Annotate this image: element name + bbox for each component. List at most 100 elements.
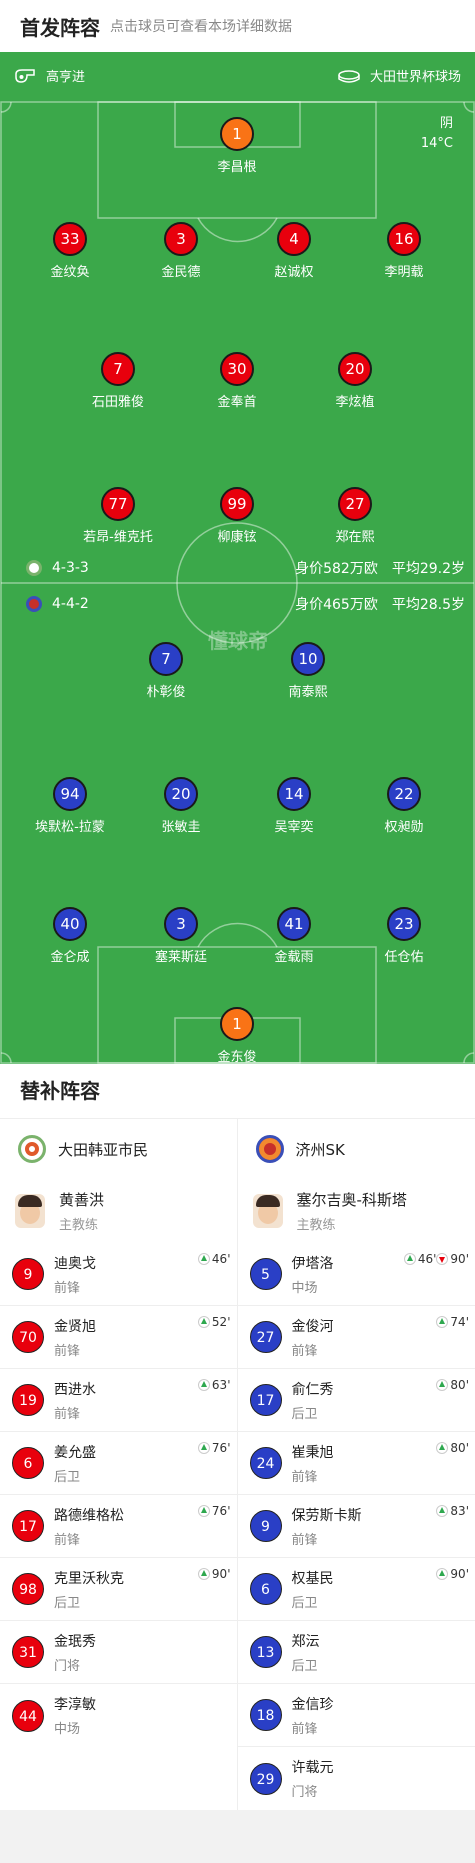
jersey-number: 98: [12, 1573, 44, 1605]
away-player[interactable]: 40 金仑成: [15, 907, 125, 965]
home-player[interactable]: 27 郑在熙: [300, 487, 410, 545]
away-player[interactable]: 3 塞莱斯廷: [126, 907, 236, 965]
jersey-number: 10: [291, 642, 325, 676]
jersey-number: 1: [220, 1007, 254, 1041]
jersey-number: 30: [220, 352, 254, 386]
coach-name: 高亨进: [46, 70, 86, 85]
player-name: 金俊河: [291, 1318, 334, 1335]
home-subs-column: 大田韩亚市民 黄善洪 主教练 9 迪奥戈 前锋 46' 70 金贤旭 前锋 52' 19 西进水前…: [0, 1119, 238, 1810]
away-coach[interactable]: 塞尔吉奥-科斯塔 主教练: [238, 1179, 475, 1243]
jersey-number: 44: [12, 1699, 44, 1732]
sub-player-row[interactable]: 17 路德维格松 前锋 76': [0, 1495, 237, 1558]
home-player[interactable]: 1 李昌根: [182, 117, 292, 175]
home-player[interactable]: 4 赵诚权: [239, 222, 349, 280]
home-player[interactable]: 30 金奉首: [182, 352, 292, 410]
home-player[interactable]: 77 若昂-维克托: [63, 487, 173, 545]
home-player[interactable]: 20 李炫植: [300, 352, 410, 410]
sub-in-icon: [197, 1379, 210, 1391]
player-name: 伊塔洛: [291, 1255, 334, 1272]
player-name: 金民德: [161, 265, 201, 280]
player-name: 金仑成: [50, 950, 90, 965]
sub-in-minute: 74': [450, 1315, 469, 1329]
whistle-icon: [15, 68, 35, 83]
home-team-row: 4-3-3 身价582万欧 平均29.2岁: [26, 558, 465, 578]
sub-event: 90': [197, 1567, 231, 1581]
sub-in-icon: [436, 1442, 449, 1454]
player-name: 李昌根: [217, 160, 257, 175]
sub-player-row[interactable]: 6 权基民 后卫 90': [237, 1558, 475, 1621]
away-team-header[interactable]: 济州SK: [238, 1119, 475, 1179]
sub-player-row[interactable]: 24 崔秉旭 前锋 80': [237, 1432, 475, 1495]
weather: 阴: [439, 116, 453, 131]
away-player[interactable]: 94 埃默松-拉蒙: [15, 777, 125, 835]
sub-event: 46': [197, 1252, 231, 1266]
jersey-number: 20: [338, 352, 372, 386]
away-player[interactable]: 41 金载雨: [239, 907, 349, 965]
sub-player-row[interactable]: 29 许载元 门将: [238, 1747, 475, 1810]
sub-event: 80': [436, 1378, 469, 1392]
away-player[interactable]: 1 金东俊: [182, 1007, 292, 1064]
sub-player-row[interactable]: 98 克里沃秋克 后卫 90': [0, 1558, 237, 1621]
player-name: 迪奥戈: [54, 1255, 96, 1272]
jersey-number: 1: [220, 117, 254, 151]
away-player[interactable]: 23 任仓佑: [349, 907, 459, 965]
jersey-number: 18: [249, 1699, 282, 1731]
jersey-number: 24: [249, 1447, 282, 1479]
jersey-number: 14: [277, 777, 311, 811]
player-name: 郑在熙: [335, 530, 375, 545]
sub-player-row[interactable]: 9 迪奥戈 前锋 46': [0, 1243, 237, 1306]
away-player[interactable]: 10 南泰熙: [253, 642, 363, 700]
coach-avatar: [252, 1194, 283, 1228]
sub-player-row[interactable]: 13 郑沄 后卫: [237, 1621, 475, 1684]
sub-player-row[interactable]: 6 姜允盛 后卫 76': [0, 1432, 237, 1495]
player-position: 中场: [291, 1280, 318, 1296]
player-name: 李明载: [384, 265, 424, 280]
sub-player-row[interactable]: 44 李淳敏 中场: [0, 1684, 237, 1747]
home-player[interactable]: 3 金民德: [126, 222, 236, 280]
sub-in-icon: [197, 1442, 210, 1454]
sub-player-row[interactable]: 27 金俊河 前锋 74': [237, 1306, 475, 1369]
sub-event: 52': [197, 1315, 231, 1329]
stadium-icon: [338, 69, 360, 83]
footer-spacer: [0, 1810, 475, 1860]
sub-event: 46' 90': [403, 1252, 469, 1266]
coach-role: 主教练: [59, 1218, 99, 1233]
away-team-name: 济州SK: [295, 1140, 345, 1159]
sub-player-row[interactable]: 18 金信珍 前锋: [237, 1684, 475, 1747]
jersey-number: 16: [387, 222, 421, 256]
coach-role: 主教练: [296, 1218, 336, 1233]
away-player[interactable]: 7 朴彰俊: [111, 642, 221, 700]
player-name: 郑沄: [291, 1633, 320, 1650]
player-name: 路德维格松: [54, 1507, 124, 1524]
sub-player-row[interactable]: 70 金贤旭 前锋 52': [0, 1306, 237, 1369]
sub-player-row[interactable]: 17 俞仁秀 后卫 80': [237, 1369, 475, 1432]
jersey-number: 27: [338, 487, 372, 521]
home-player[interactable]: 99 柳康铉: [182, 487, 292, 545]
sub-in-minute: 83': [450, 1504, 469, 1518]
home-formation: 4-3-3: [52, 560, 89, 576]
sub-player-row[interactable]: 5 伊塔洛 中场 46' 90': [237, 1243, 475, 1306]
home-team-name: 大田韩亚市民: [58, 1140, 149, 1159]
player-name: 任仓佑: [384, 950, 424, 965]
jersey-number: 9: [12, 1258, 44, 1290]
away-formation: 4-4-2: [52, 596, 89, 612]
sub-in-icon: [197, 1568, 210, 1580]
player-position: 后卫: [54, 1595, 81, 1611]
away-player[interactable]: 20 张敏圭: [126, 777, 236, 835]
sub-in-minute: 52': [211, 1315, 231, 1329]
sub-player-row[interactable]: 9 保劳斯卡斯 前锋 83': [237, 1495, 475, 1558]
player-position: 前锋: [54, 1343, 81, 1359]
away-player[interactable]: 14 吴宰奕: [239, 777, 349, 835]
home-player[interactable]: 7 石田雅俊: [63, 352, 173, 410]
home-player[interactable]: 33 金纹奂: [15, 222, 125, 280]
subs-title: 替补阵容: [0, 1064, 475, 1119]
sub-in-minute: 76': [211, 1441, 231, 1455]
sub-player-row[interactable]: 19 西进水 前锋 63': [0, 1369, 237, 1432]
away-player[interactable]: 22 权昶勋: [349, 777, 459, 835]
sub-player-row[interactable]: 31 金珉秀 门将: [0, 1621, 237, 1684]
home-coach[interactable]: 黄善洪 主教练: [0, 1179, 237, 1243]
home-team-header[interactable]: 大田韩亚市民: [0, 1119, 237, 1179]
player-position: 前锋: [54, 1532, 81, 1548]
home-player[interactable]: 16 李明载: [349, 222, 459, 280]
player-name: 吴宰奕: [274, 820, 314, 835]
